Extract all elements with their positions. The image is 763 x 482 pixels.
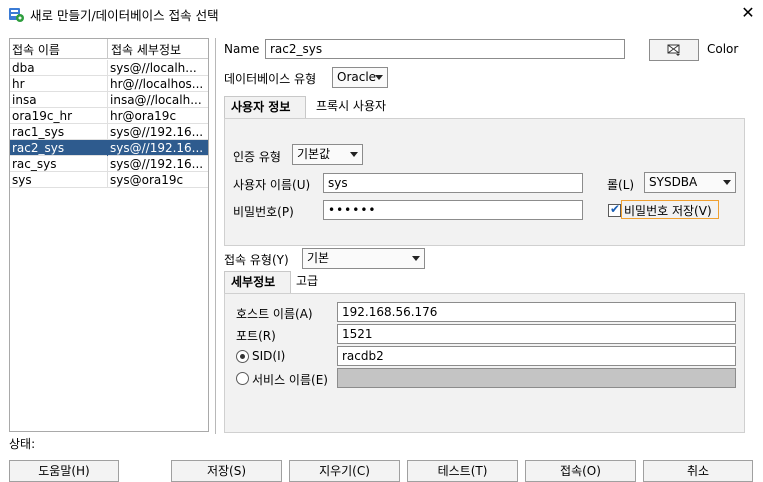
conn-type-select[interactable]: 기본 (302, 248, 425, 269)
checkmark-icon: ✔ (610, 202, 621, 216)
chevron-down-icon (375, 75, 383, 80)
header-connection-name[interactable]: 접속 이름 (12, 41, 108, 58)
connection-list-header: 접속 이름 접속 세부정보 (10, 39, 208, 59)
conn-type-label: 접속 유형(Y) (224, 253, 289, 267)
name-label: Name (224, 42, 260, 56)
sid-label: SID(I) (252, 349, 286, 363)
chevron-down-icon (412, 256, 420, 261)
service-name-label: 서비스 이름(E) (252, 373, 328, 387)
split-pane-divider[interactable] (215, 38, 216, 434)
role-label: 롤(L) (607, 178, 635, 192)
password-label: 비밀번호(P) (233, 205, 294, 219)
test-button[interactable]: 테스트(T) (407, 460, 518, 482)
cancel-button[interactable]: 취소 (643, 460, 753, 482)
host-field[interactable]: 192.168.56.176 (337, 302, 736, 322)
database-connection-icon (9, 8, 24, 22)
connection-row-selected[interactable]: rac2_sys sys@//192.16... (10, 140, 208, 156)
color-picker-button[interactable] (649, 39, 699, 61)
tab-user-info[interactable]: 사용자 정보 (224, 96, 306, 118)
db-type-label: 데이터베이스 유형 (224, 72, 317, 86)
clear-button[interactable]: 지우기(C) (289, 460, 400, 482)
color-label: Color (707, 42, 739, 56)
username-field[interactable]: sys (323, 173, 583, 193)
service-name-radio[interactable] (236, 372, 249, 385)
password-field[interactable]: •••••• (323, 200, 583, 220)
port-field[interactable]: 1521 (337, 324, 736, 344)
connection-row[interactable]: rac1_sys sys@//192.16... (10, 124, 208, 140)
connect-button[interactable]: 접속(O) (525, 460, 636, 482)
chevron-down-icon (723, 180, 731, 185)
color-swatch-icon (667, 44, 680, 56)
auth-type-label: 인증 유형 (233, 150, 281, 164)
auth-type-select[interactable]: 기본값 (292, 144, 363, 165)
user-tabs: 사용자 정보 프록시 사용자 (224, 96, 744, 118)
connection-row[interactable]: rac_sys sys@//192.16... (10, 156, 208, 172)
connection-row[interactable]: hr hr@//localhos... (10, 76, 208, 92)
username-label: 사용자 이름(U) (233, 178, 311, 192)
window-title: 새로 만들기/데이터베이스 접속 선택 (30, 8, 219, 23)
connection-row[interactable]: dba sys@//localh... (10, 60, 208, 76)
help-button[interactable]: 도움말(H) (9, 460, 119, 482)
port-label: 포트(R) (236, 329, 276, 343)
status-label: 상태: (9, 437, 36, 451)
save-password-label[interactable]: 비밀번호 저장(V) (624, 202, 712, 219)
sid-field[interactable]: racdb2 (337, 346, 736, 366)
host-label: 호스트 이름(A) (236, 307, 313, 321)
chevron-down-icon (350, 152, 358, 157)
tab-proxy-user[interactable]: 프록시 사용자 (310, 96, 392, 118)
connection-row[interactable]: ora19c_hr hr@ora19c (10, 108, 208, 124)
name-field[interactable]: rac2_sys (265, 39, 625, 59)
tab-details[interactable]: 세부정보 (224, 271, 291, 293)
db-type-select[interactable]: Oracle (332, 67, 388, 88)
role-select[interactable]: SYSDBA (644, 172, 736, 193)
connection-row[interactable]: sys sys@ora19c (10, 172, 208, 188)
header-connection-detail[interactable]: 접속 세부정보 (110, 41, 208, 58)
tab-advanced[interactable]: 고급 (290, 271, 324, 293)
sid-radio[interactable] (236, 350, 249, 363)
title-bar: 새로 만들기/데이터베이스 접속 선택 ✕ (0, 0, 763, 28)
connection-row[interactable]: insa insa@//localh... (10, 92, 208, 108)
conn-tabs: 세부정보 고급 (224, 271, 744, 293)
connection-list[interactable]: 접속 이름 접속 세부정보 dba sys@//localh... hr hr@… (9, 38, 209, 432)
close-button[interactable]: ✕ (736, 2, 760, 24)
save-button[interactable]: 저장(S) (171, 460, 282, 482)
service-name-field (337, 368, 736, 388)
save-password-checkbox[interactable]: ✔ (608, 202, 621, 217)
